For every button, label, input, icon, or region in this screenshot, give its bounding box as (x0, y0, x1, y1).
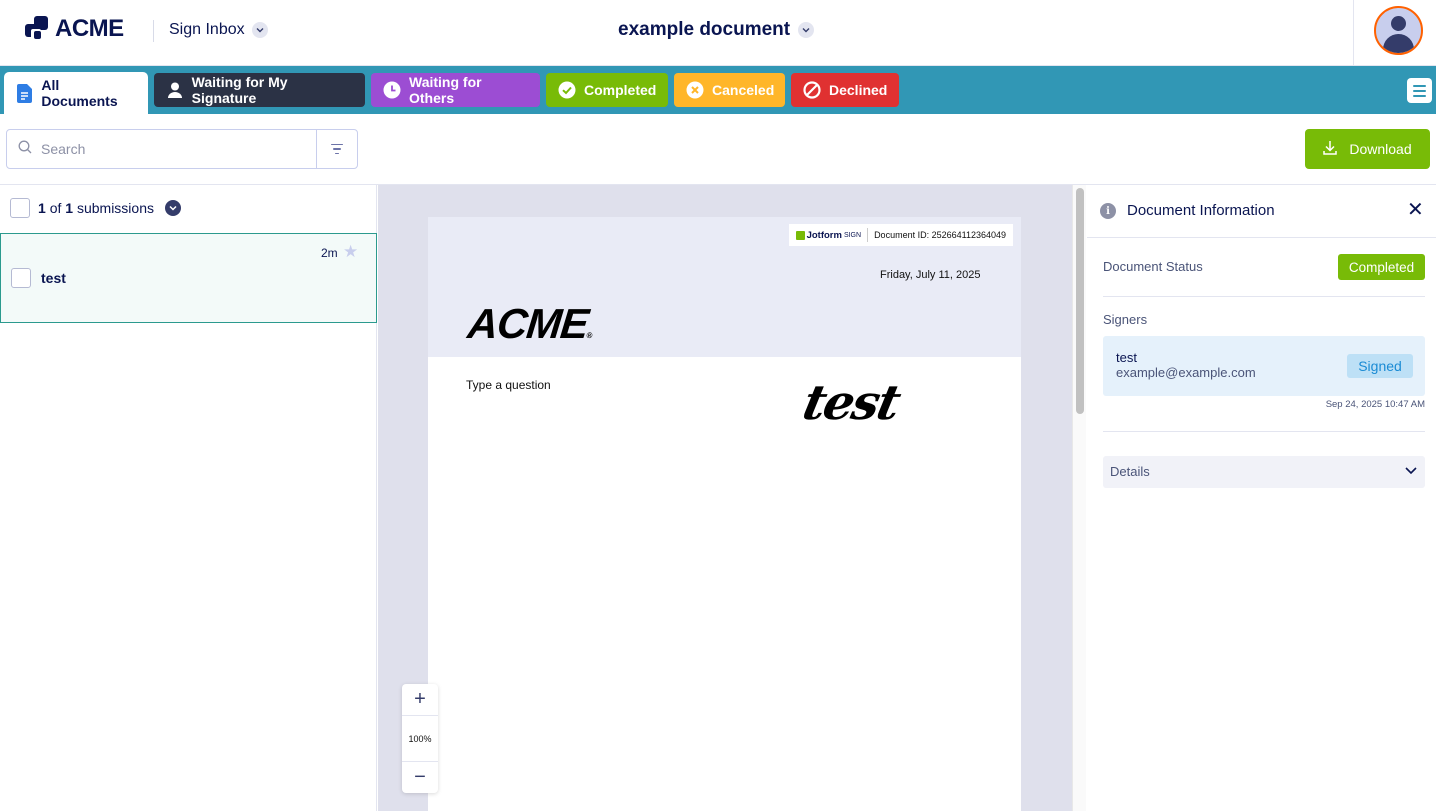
tab-label: Waiting for Others (409, 74, 482, 106)
panel-header: i Document Information ✕ (1087, 185, 1436, 238)
item-checkbox[interactable] (11, 268, 31, 288)
info-icon: i (1100, 203, 1116, 219)
scrollbar-thumb[interactable] (1076, 188, 1084, 414)
jotform-sign-logo: Jotform SIGN (795, 230, 861, 241)
document-brand-logo: ACME® (465, 300, 592, 347)
zoom-control: + 100% − (402, 684, 438, 793)
document-title-switcher[interactable]: example document (618, 19, 815, 41)
signers-label: Signers (1103, 312, 1148, 327)
download-icon (1323, 140, 1338, 158)
submission-time: 2m (321, 246, 338, 260)
details-label: Details (1110, 464, 1150, 479)
divider (867, 228, 869, 242)
prohibited-icon (803, 81, 821, 99)
status-tabs-bar: All Documents Waiting for My Signature W… (0, 66, 1436, 114)
document-id-box: Jotform SIGN Document ID: 252664112364049 (788, 224, 1013, 246)
signer-name: test (1116, 350, 1137, 365)
hamburger-menu-icon[interactable] (1407, 78, 1432, 103)
submissions-list: 1 of 1 submissions test 2m ★ (0, 185, 377, 811)
signed-badge: Signed (1347, 354, 1413, 378)
zoom-level: 100% (408, 733, 432, 744)
document-date: Friday, July 11, 2025 (880, 269, 981, 281)
select-all-checkbox[interactable] (10, 198, 30, 218)
viewer-scrollbar[interactable] (1072, 185, 1086, 811)
document-status-label: Document Status (1103, 259, 1203, 274)
tab-label: Canceled (712, 82, 775, 98)
search-box (6, 129, 317, 169)
signer-card: test example@example.com Signed (1103, 336, 1425, 396)
details-accordion[interactable]: Details (1103, 456, 1425, 488)
submission-count-row: 1 of 1 submissions (10, 198, 181, 218)
tab-label: Waiting for My Signature (191, 74, 288, 106)
header-divider (153, 20, 154, 42)
zoom-out-button[interactable]: − (402, 761, 438, 793)
clock-icon (383, 81, 401, 99)
filter-button[interactable] (316, 129, 358, 169)
panel-title: Document Information (1127, 202, 1275, 219)
tab-waiting-for-others[interactable]: Waiting for Others (371, 73, 540, 107)
status-badge: Completed (1338, 254, 1425, 280)
signature: test (798, 375, 904, 431)
submission-count: 1 of 1 submissions (38, 200, 154, 216)
tab-completed[interactable]: Completed (546, 73, 668, 107)
tab-canceled[interactable]: Canceled (674, 73, 785, 107)
avatar[interactable] (1374, 6, 1423, 55)
check-circle-icon (558, 81, 576, 99)
document-viewer: Jotform SIGN Document ID: 252664112364049… (378, 185, 1072, 811)
inbox-switcher[interactable]: Sign Inbox (169, 21, 268, 39)
divider (1103, 296, 1425, 297)
question-label: Type a question (466, 378, 551, 392)
account-area (1353, 0, 1436, 66)
tab-label: All Documents (41, 77, 118, 109)
download-label: Download (1349, 141, 1412, 157)
search-icon (18, 140, 32, 159)
document-id: Document ID: 252664112364049 (874, 230, 1006, 240)
document-title: example document (618, 19, 791, 40)
chevron-down-icon[interactable] (164, 200, 181, 216)
tab-waiting-for-my-signature[interactable]: Waiting for My Signature (154, 73, 365, 107)
chevron-down-icon (251, 22, 268, 38)
zoom-in-button[interactable]: + (402, 684, 438, 716)
search-input[interactable] (41, 141, 301, 157)
acme-logo-mark-icon (25, 16, 51, 42)
tab-label: Completed (584, 82, 657, 98)
signer-email: example@example.com (1116, 365, 1256, 380)
document-icon (16, 83, 33, 103)
chevron-down-icon (798, 22, 815, 38)
document-header: Jotform SIGN Document ID: 252664112364049… (428, 217, 1021, 357)
signed-date: Sep 24, 2025 10:47 AM (1325, 399, 1425, 410)
tab-all-documents[interactable]: All Documents (4, 72, 148, 114)
x-circle-icon (686, 81, 704, 99)
jotform-logo-icon (795, 230, 805, 240)
top-header: ACME Sign Inbox example document (0, 0, 1436, 66)
submission-name: test (41, 270, 66, 286)
tab-label: Declined (829, 82, 888, 98)
close-icon[interactable]: ✕ (1407, 200, 1424, 220)
star-icon[interactable]: ★ (343, 242, 358, 262)
list-item[interactable]: test 2m ★ (0, 233, 377, 323)
document-page: Jotform SIGN Document ID: 252664112364049… (428, 217, 1021, 811)
person-icon (166, 81, 184, 99)
chevron-down-icon (1404, 463, 1418, 477)
inbox-label: Sign Inbox (169, 21, 245, 38)
document-information-panel: i Document Information ✕ Document Status… (1087, 185, 1436, 811)
brand-name: ACME (55, 15, 124, 42)
tab-declined[interactable]: Declined (791, 73, 899, 107)
acme-logo[interactable]: ACME (25, 15, 124, 43)
divider (1103, 431, 1425, 432)
download-button[interactable]: Download (1305, 129, 1430, 169)
